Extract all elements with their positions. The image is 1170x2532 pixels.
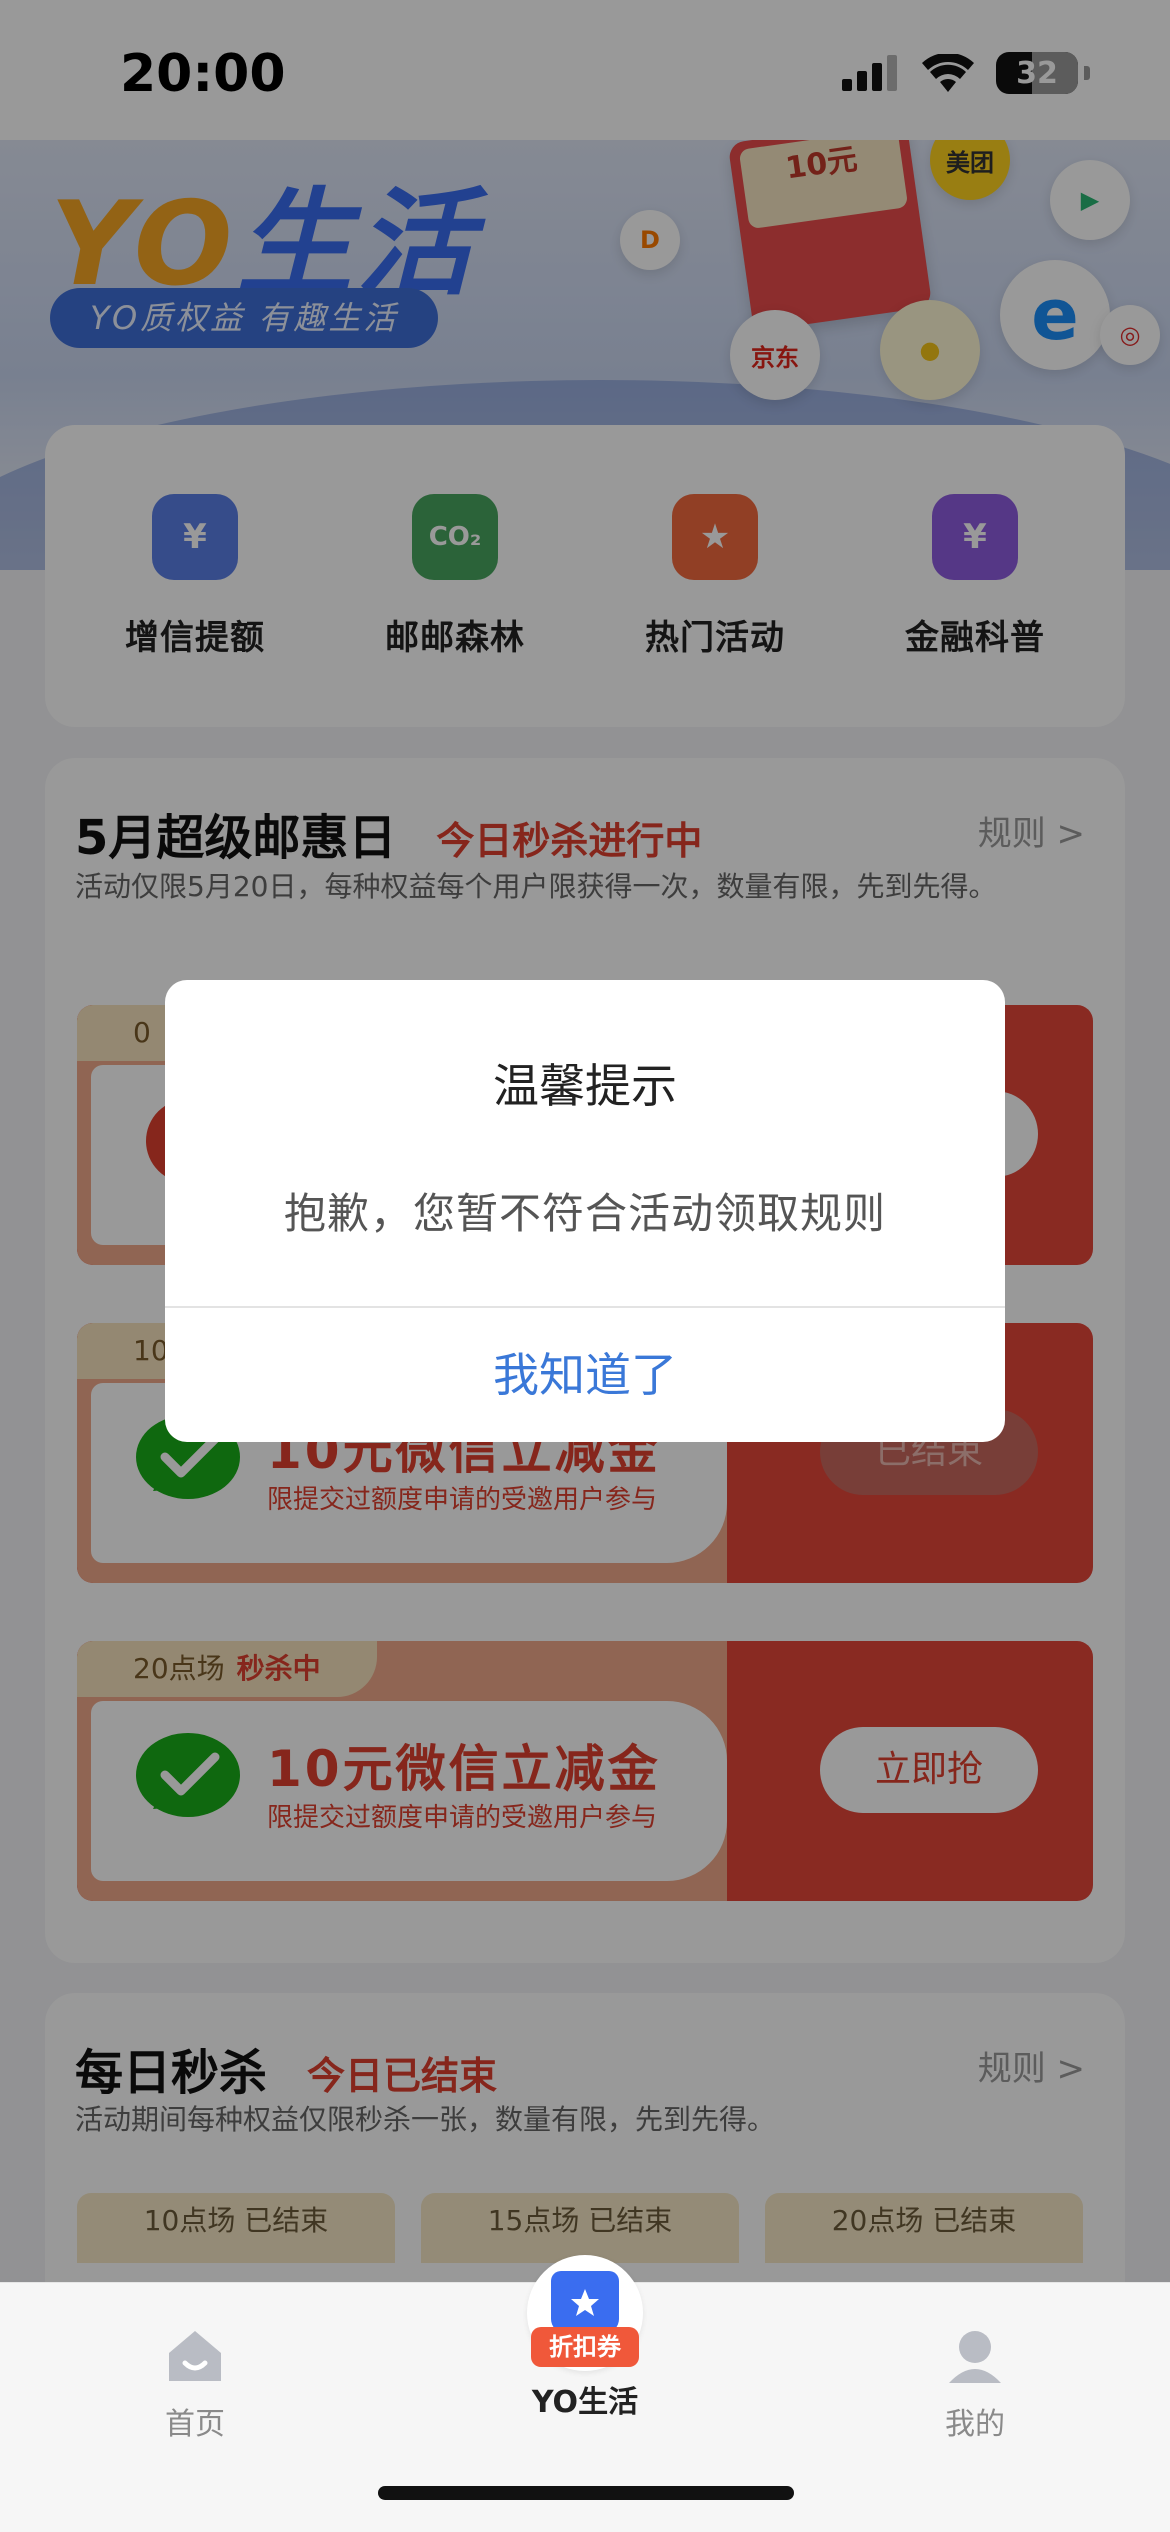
- tab-yo-life-button[interactable]: 折扣券: [527, 2255, 643, 2371]
- tab-yo-life[interactable]: YO生活: [485, 2377, 685, 2421]
- home-indicator[interactable]: [378, 2486, 794, 2500]
- tab-home[interactable]: 首页: [95, 2303, 295, 2443]
- notice-dialog: 温馨提示 抱歉，您暂不符合活动领取规则 我知道了: [165, 980, 1005, 1442]
- dialog-message: 抱歉，您暂不符合活动领取规则: [283, 1189, 886, 1238]
- dialog-confirm-button[interactable]: 我知道了: [165, 1308, 1005, 1442]
- shopping-bag-icon: [551, 2271, 619, 2333]
- home-icon: [169, 2331, 221, 2381]
- tab-label: 我的: [945, 2407, 1005, 2442]
- profile-icon: [949, 2331, 1001, 2383]
- dialog-title: 温馨提示: [493, 1059, 677, 1113]
- tab-label: 首页: [165, 2407, 225, 2442]
- discount-badge: 折扣券: [531, 2327, 639, 2367]
- tab-mine[interactable]: 我的: [875, 2303, 1075, 2443]
- tab-label: YO生活: [531, 2385, 639, 2420]
